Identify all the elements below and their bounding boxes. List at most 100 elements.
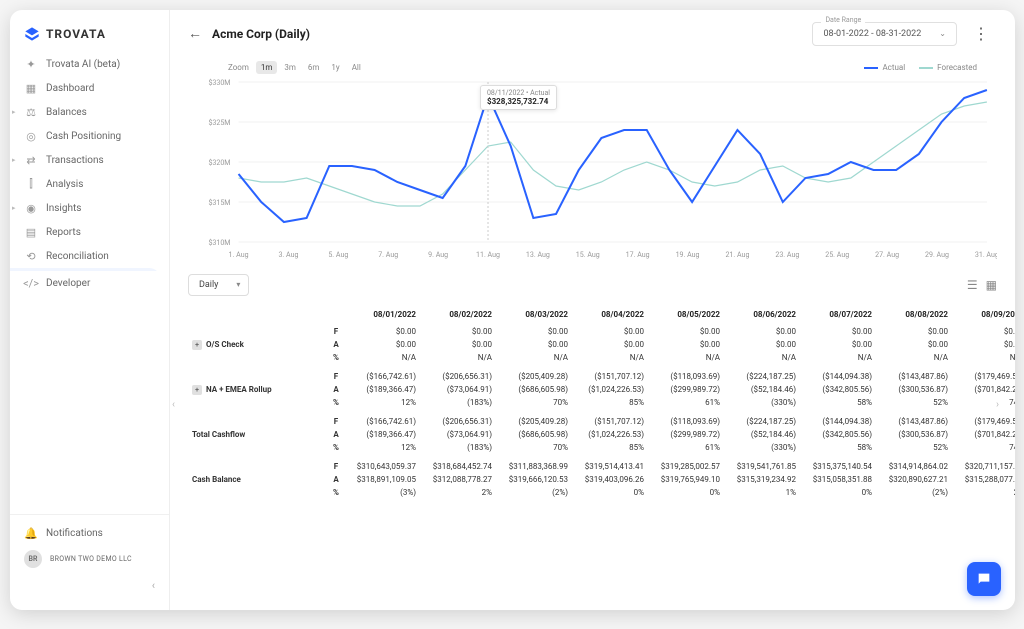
svg-text:9. Aug: 9. Aug bbox=[428, 250, 448, 259]
chart-area: Zoom 1m3m6m1yAll ActualForecasted $310M$… bbox=[170, 57, 1015, 266]
chat-icon bbox=[976, 571, 992, 587]
cell: ($686,605.98) bbox=[496, 428, 572, 441]
cell: N/A bbox=[952, 351, 1015, 364]
cell: $0.00 bbox=[952, 338, 1015, 351]
cell: 12% bbox=[344, 441, 420, 454]
cell: ($300,536.87) bbox=[876, 428, 952, 441]
legend-forecasted: Forecasted bbox=[919, 63, 977, 72]
sidebar-item-label: Reconciliation bbox=[46, 251, 109, 262]
org-switcher[interactable]: BR BROWN TWO DEMO LLC bbox=[10, 545, 169, 573]
row-type: % bbox=[328, 486, 344, 499]
nav-icon: ▤ bbox=[24, 225, 38, 239]
nav-icon: ⇄ bbox=[24, 153, 38, 167]
cell: $312,088,778.27 bbox=[420, 473, 496, 486]
row-type: % bbox=[328, 396, 344, 409]
cell: $318,891,109.05 bbox=[344, 473, 420, 486]
cell: ($151,707.12) bbox=[572, 415, 648, 428]
date-range-picker[interactable]: Date Range 08-01-2022 - 08-31-2022 ⌄ bbox=[812, 22, 957, 46]
nav-icon: ✦ bbox=[24, 57, 38, 71]
sidebar-item-balances[interactable]: ▸⚖Balances bbox=[10, 100, 169, 124]
row-na-emea-rollup[interactable]: +NA + EMEA Rollup bbox=[188, 370, 328, 409]
notifications-link[interactable]: 🔔 Notifications bbox=[10, 521, 169, 545]
cell: ($52,184.46) bbox=[724, 383, 800, 396]
cell: (2%) bbox=[876, 486, 952, 499]
cell: 2% bbox=[420, 486, 496, 499]
cell: N/A bbox=[572, 351, 648, 364]
sidebar-item-dashboard[interactable]: ▦Dashboard bbox=[10, 76, 169, 100]
row-type: A bbox=[328, 383, 344, 396]
chevron-down-icon: ⌄ bbox=[939, 29, 946, 38]
cell: 58% bbox=[800, 441, 876, 454]
frequency-select[interactable]: Daily bbox=[188, 274, 249, 296]
sidebar-item-label: Cash Positioning bbox=[46, 131, 121, 142]
more-menu[interactable]: ⋮ bbox=[965, 20, 997, 47]
cell: $0.00 bbox=[724, 338, 800, 351]
sidebar-item-trovata-ai-beta-[interactable]: ✦ Trovata AI (beta) bbox=[10, 52, 169, 76]
row-type: % bbox=[328, 351, 344, 364]
cell: $0.00 bbox=[496, 325, 572, 338]
settings-icon[interactable]: ☰ bbox=[967, 278, 978, 292]
grid-icon[interactable]: ▦ bbox=[986, 278, 997, 292]
back-button[interactable]: ← bbox=[188, 25, 202, 42]
cell: ($224,187.25) bbox=[724, 415, 800, 428]
sidebar-item-reports[interactable]: ▤Reports bbox=[10, 220, 169, 244]
cell: ($205,409.28) bbox=[496, 370, 572, 383]
sidebar: TROVATA ✦Trovata AI (beta)▦Dashboard▸⚖Ba… bbox=[10, 10, 170, 610]
cell: $0.00 bbox=[572, 325, 648, 338]
nav-icon: ⚖ bbox=[24, 105, 38, 119]
collapse-sidebar[interactable]: ‹ bbox=[10, 573, 169, 598]
svg-text:19. Aug: 19. Aug bbox=[676, 250, 700, 259]
cell: ($300,536.87) bbox=[876, 383, 952, 396]
svg-text:$325M: $325M bbox=[208, 118, 230, 127]
expand-icon: + bbox=[192, 385, 202, 395]
cell: 0% bbox=[800, 486, 876, 499]
cell: N/A bbox=[724, 351, 800, 364]
cell: $0.00 bbox=[420, 325, 496, 338]
sidebar-item-reconciliation[interactable]: ⟲Reconciliation bbox=[10, 244, 169, 268]
table-next[interactable]: › bbox=[996, 399, 999, 410]
cell: ($701,842.23) bbox=[952, 383, 1015, 396]
col-header: 08/02/2022 bbox=[420, 304, 496, 325]
svg-text:21. Aug: 21. Aug bbox=[725, 250, 749, 259]
developer-link[interactable]: </> Developer bbox=[10, 271, 169, 295]
cell: $0.00 bbox=[572, 338, 648, 351]
cell: $0.00 bbox=[344, 325, 420, 338]
trovata-icon bbox=[24, 26, 40, 42]
cell: 0% bbox=[572, 486, 648, 499]
cell: ($342,805.56) bbox=[800, 383, 876, 396]
cell: ($143,487.86) bbox=[876, 415, 952, 428]
cell: 58% bbox=[800, 396, 876, 409]
cell: ($299,989.72) bbox=[648, 383, 724, 396]
cell: ($118,093.69) bbox=[648, 415, 724, 428]
chat-fab[interactable] bbox=[967, 562, 1001, 596]
svg-text:25. Aug: 25. Aug bbox=[825, 250, 849, 259]
col-header: 08/06/2022 bbox=[724, 304, 800, 325]
svg-text:11. Aug: 11. Aug bbox=[476, 250, 500, 259]
cell: ($179,469.58) bbox=[952, 415, 1015, 428]
cell: $315,375,140.54 bbox=[800, 460, 876, 473]
sidebar-item-cash-positioning[interactable]: ◎Cash Positioning bbox=[10, 124, 169, 148]
cell: $0.00 bbox=[344, 338, 420, 351]
cell: ($166,742.61) bbox=[344, 370, 420, 383]
cell: ($143,487.86) bbox=[876, 370, 952, 383]
sidebar-item-label: Insights bbox=[46, 203, 81, 214]
row-o-s-check[interactable]: +O/S Check bbox=[188, 325, 328, 364]
cell: $319,514,413.41 bbox=[572, 460, 648, 473]
col-header: 08/09/2022 bbox=[952, 304, 1015, 325]
cell: (183%) bbox=[420, 396, 496, 409]
cell: 52% bbox=[876, 396, 952, 409]
cell: $315,058,351.88 bbox=[800, 473, 876, 486]
table-prev[interactable]: ‹ bbox=[172, 399, 175, 410]
cell: 85% bbox=[572, 441, 648, 454]
line-chart[interactable]: $310M$315M$320M$325M$330M1. Aug3. Aug5. … bbox=[188, 72, 997, 262]
col-header: 08/03/2022 bbox=[496, 304, 572, 325]
sidebar-item-analysis[interactable]: ⫿Analysis bbox=[10, 172, 169, 196]
cell: (3%) bbox=[344, 486, 420, 499]
sidebar-item-insights[interactable]: ▸◉Insights bbox=[10, 196, 169, 220]
row-total-cashflow: Total Cashflow bbox=[188, 415, 328, 454]
svg-text:1. Aug: 1. Aug bbox=[229, 250, 249, 259]
cell: N/A bbox=[420, 351, 496, 364]
sidebar-item-transactions[interactable]: ▸⇄Transactions bbox=[10, 148, 169, 172]
cell: $0.00 bbox=[876, 338, 952, 351]
sidebar-item-label: Trovata AI (beta) bbox=[46, 59, 120, 70]
